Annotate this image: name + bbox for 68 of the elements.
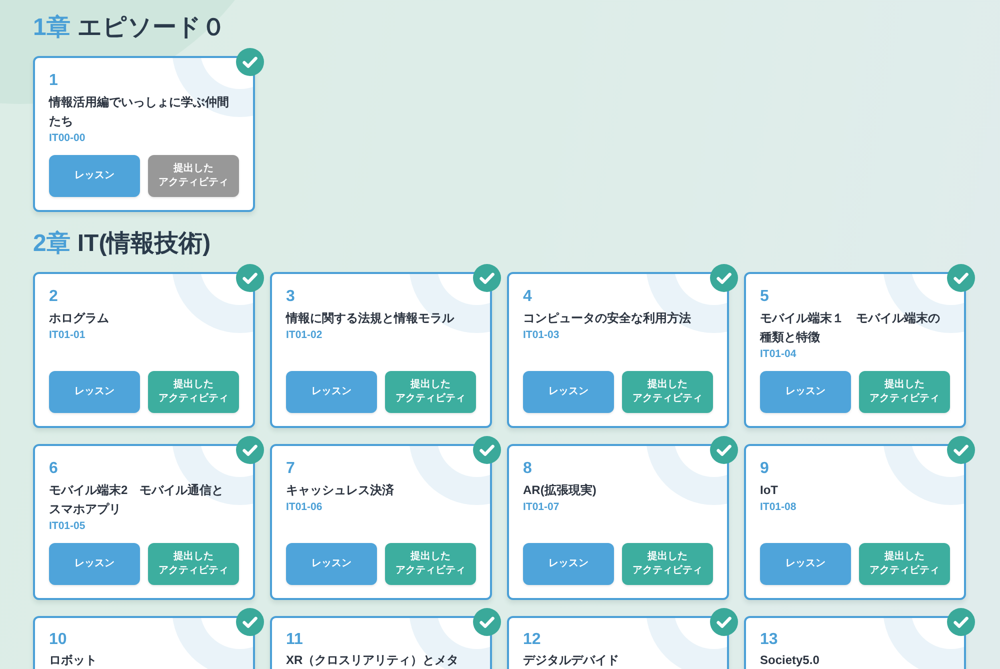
lesson-number: 3 bbox=[286, 287, 295, 307]
activity-button[interactable]: 提出した アクティビティ bbox=[385, 371, 476, 413]
lesson-card[interactable]: 13 Society5.0 bbox=[744, 616, 966, 669]
lesson-card[interactable]: 8 AR(拡張現実) IT01-07 レッスン 提出した アクティビティ bbox=[507, 444, 729, 600]
activity-button[interactable]: 提出した アクティビティ bbox=[385, 543, 476, 585]
lesson-code: IT00-00 bbox=[49, 131, 86, 145]
chapter-title: エピソード０ bbox=[77, 13, 226, 43]
lesson-code: IT01-08 bbox=[760, 500, 796, 514]
lesson-card[interactable]: 5 モバイル端末１ モバイル端末の種類と特徴 IT01-04 レッスン 提出した アクティビティ bbox=[744, 272, 966, 428]
lesson-number: 9 bbox=[760, 459, 769, 479]
lesson-code: IT01-04 bbox=[760, 347, 796, 361]
lesson-title: XR（クロスリアリティ）とメタ bbox=[286, 652, 460, 669]
lesson-code: IT01-01 bbox=[49, 328, 86, 342]
lesson-number: 13 bbox=[760, 630, 778, 650]
activity-button[interactable]: 提出した アクティビティ bbox=[859, 371, 950, 413]
lesson-title: コンピュータの安全な利用方法 bbox=[523, 310, 692, 327]
chapter-number: 2章 bbox=[33, 229, 70, 259]
lesson-number: 5 bbox=[760, 287, 769, 307]
lesson-code: IT01-03 bbox=[523, 328, 560, 342]
lesson-button[interactable]: レッスン bbox=[523, 371, 614, 413]
lesson-number: 11 bbox=[286, 630, 303, 650]
lesson-card[interactable]: 3 情報に関する法規と情報モラル IT01-02 レッスン 提出した アクティビティ bbox=[270, 272, 492, 428]
lesson-button[interactable]: レッスン bbox=[760, 543, 851, 585]
lesson-title: AR(拡張現実) bbox=[523, 482, 598, 499]
lesson-title: 情報活用編でいっしょに学ぶ仲間たち bbox=[49, 94, 230, 130]
lesson-code: IT01-06 bbox=[286, 500, 322, 514]
lesson-number: 2 bbox=[49, 287, 58, 307]
activity-button[interactable]: 提出した アクティビティ bbox=[148, 543, 239, 585]
lesson-number: 7 bbox=[286, 459, 295, 479]
chapter-title: IT(情報技術) bbox=[77, 229, 211, 259]
lesson-number: 8 bbox=[523, 459, 532, 479]
activity-button[interactable]: 提出した アクティビティ bbox=[148, 371, 239, 413]
lesson-card[interactable]: 9 IoT IT01-08 レッスン 提出した アクティビティ bbox=[744, 444, 966, 600]
lesson-number: 12 bbox=[523, 630, 541, 650]
lesson-number: 6 bbox=[49, 459, 58, 479]
lesson-button[interactable]: レッスン bbox=[49, 543, 140, 585]
lesson-title: IoT bbox=[760, 482, 779, 499]
lesson-button[interactable]: レッスン bbox=[286, 371, 377, 413]
lesson-card[interactable]: 10 ロボット bbox=[33, 616, 255, 669]
lesson-card[interactable]: 2 ホログラム IT01-01 レッスン 提出した アクティビティ bbox=[33, 272, 255, 428]
lesson-title: キャッシュレス決済 bbox=[286, 482, 395, 499]
lesson-card[interactable]: 4 コンピュータの安全な利用方法 IT01-03 レッスン 提出した アクティビティ bbox=[507, 272, 729, 428]
lesson-title: モバイル端末2 モバイル通信とスマホアプリ bbox=[49, 482, 225, 518]
lesson-title: Society5.0 bbox=[760, 652, 820, 669]
lesson-code: IT01-02 bbox=[286, 328, 322, 342]
lesson-button[interactable]: レッスン bbox=[286, 543, 377, 585]
lesson-button[interactable]: レッスン bbox=[49, 155, 140, 197]
lesson-number: 4 bbox=[523, 287, 532, 307]
lesson-title: モバイル端末１ モバイル端末の種類と特徴 bbox=[760, 310, 941, 346]
lesson-title: ホログラム bbox=[49, 310, 110, 327]
lesson-number: 1 bbox=[49, 71, 58, 91]
lesson-code: IT01-07 bbox=[523, 500, 560, 514]
lesson-code: IT01-05 bbox=[49, 519, 86, 533]
lesson-button[interactable]: レッスン bbox=[523, 543, 614, 585]
lesson-title: ロボット bbox=[49, 652, 98, 669]
chapter-number: 1章 bbox=[33, 13, 70, 43]
lesson-title: デジタルデバイド bbox=[523, 652, 620, 669]
lesson-number: 10 bbox=[49, 630, 67, 650]
activity-button[interactable]: 提出した アクティビティ bbox=[622, 543, 713, 585]
lesson-title: 情報に関する法規と情報モラル bbox=[286, 310, 456, 327]
lesson-card[interactable]: 6 モバイル端末2 モバイル通信とスマホアプリ IT01-05 レッスン 提出した アクティビティ bbox=[33, 444, 255, 600]
lesson-button[interactable]: レッスン bbox=[760, 371, 851, 413]
activity-button[interactable]: 提出した アクティビティ bbox=[859, 543, 950, 585]
lesson-card[interactable]: 7 キャッシュレス決済 IT01-06 レッスン 提出した アクティビティ bbox=[270, 444, 492, 600]
lesson-card[interactable]: 11 XR（クロスリアリティ）とメタ bbox=[270, 616, 492, 669]
lesson-card[interactable]: 12 デジタルデバイド bbox=[507, 616, 729, 669]
activity-button[interactable]: 提出した アクティビティ bbox=[622, 371, 713, 413]
lesson-button[interactable]: レッスン bbox=[49, 371, 140, 413]
